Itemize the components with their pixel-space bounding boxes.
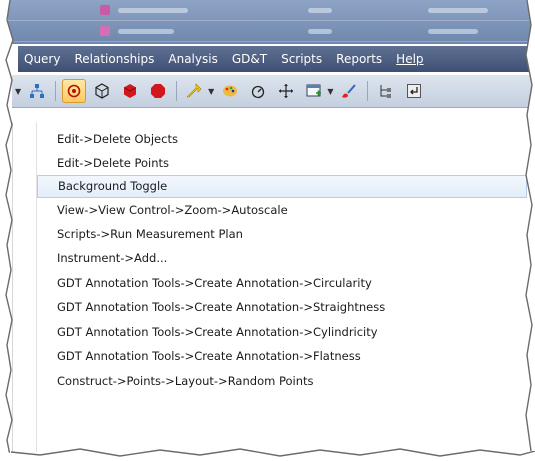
list-item[interactable]: Edit->Delete Objects	[37, 128, 527, 151]
blurred-row	[8, 21, 535, 42]
list-item[interactable]: GDT Annotation Tools->Create Annotation-…	[37, 321, 527, 344]
menu-reports[interactable]: Reports	[329, 52, 389, 66]
list-item[interactable]: Edit->Delete Points	[37, 152, 527, 175]
gear-icon[interactable]	[62, 79, 87, 103]
blurred-row-value	[428, 8, 488, 13]
list-item[interactable]: Construct->Points->Layout->Random Points	[37, 370, 527, 393]
list-item[interactable]: View->View Control->Zoom->Autoscale	[37, 199, 527, 222]
menu-relationships[interactable]: Relationships	[67, 52, 161, 66]
dropdown-arrow-icon[interactable]: ▼	[208, 87, 214, 96]
blurred-row-value	[308, 29, 332, 34]
toolbar-separator	[367, 81, 369, 101]
command-list: Edit->Delete Objects Edit->Delete Points…	[12, 122, 533, 452]
palette-icon[interactable]	[218, 79, 242, 103]
menu-analysis[interactable]: Analysis	[161, 52, 224, 66]
blurred-row-icon	[100, 26, 110, 36]
hierarchy-icon[interactable]	[25, 79, 49, 103]
red-cube-icon[interactable]	[118, 79, 142, 103]
blurred-row-icon	[100, 5, 110, 15]
dropdown-arrow-icon[interactable]: ▼	[327, 87, 333, 96]
menubar: Query Relationships Analysis GD&T Script…	[18, 46, 535, 72]
window-icon[interactable]	[302, 79, 326, 103]
brush-icon[interactable]	[337, 79, 361, 103]
return-icon[interactable]	[402, 79, 426, 103]
menu-gdt[interactable]: GD&T	[225, 52, 274, 66]
list-item[interactable]: GDT Annotation Tools->Create Annotation-…	[37, 272, 527, 295]
rotate-icon[interactable]	[246, 79, 270, 103]
menu-help[interactable]: Help	[389, 52, 430, 66]
blurred-row-value	[308, 8, 332, 13]
red-hexagon-icon[interactable]	[146, 79, 170, 103]
toolbar: ▼ ▼ ▼	[12, 75, 535, 108]
toolbar-separator	[55, 81, 57, 101]
move-icon[interactable]	[274, 79, 298, 103]
blurred-row-value	[428, 29, 478, 34]
list-item[interactable]: GDT Annotation Tools->Create Annotation-…	[37, 345, 527, 368]
blurred-row-text	[118, 29, 174, 34]
dropdown-arrow-icon[interactable]: ▼	[15, 87, 21, 96]
blurred-row	[8, 0, 535, 21]
menu-query[interactable]: Query	[18, 52, 67, 66]
tree-icon[interactable]	[374, 79, 398, 103]
list-item[interactable]: GDT Annotation Tools->Create Annotation-…	[37, 296, 527, 319]
menu-scripts[interactable]: Scripts	[274, 52, 329, 66]
list-item-selected[interactable]: Background Toggle	[37, 175, 527, 198]
screenshot-frame: Query Relationships Analysis GD&T Script…	[0, 0, 535, 461]
toolbar-separator	[176, 81, 178, 101]
background-app-list	[8, 0, 535, 44]
list-item[interactable]: Scripts->Run Measurement Plan	[37, 223, 527, 246]
blurred-row-text	[118, 8, 188, 13]
list-item[interactable]: Instrument->Add...	[37, 247, 527, 270]
yellow-arrow-icon[interactable]	[183, 79, 207, 103]
cube-outline-icon[interactable]	[90, 79, 114, 103]
